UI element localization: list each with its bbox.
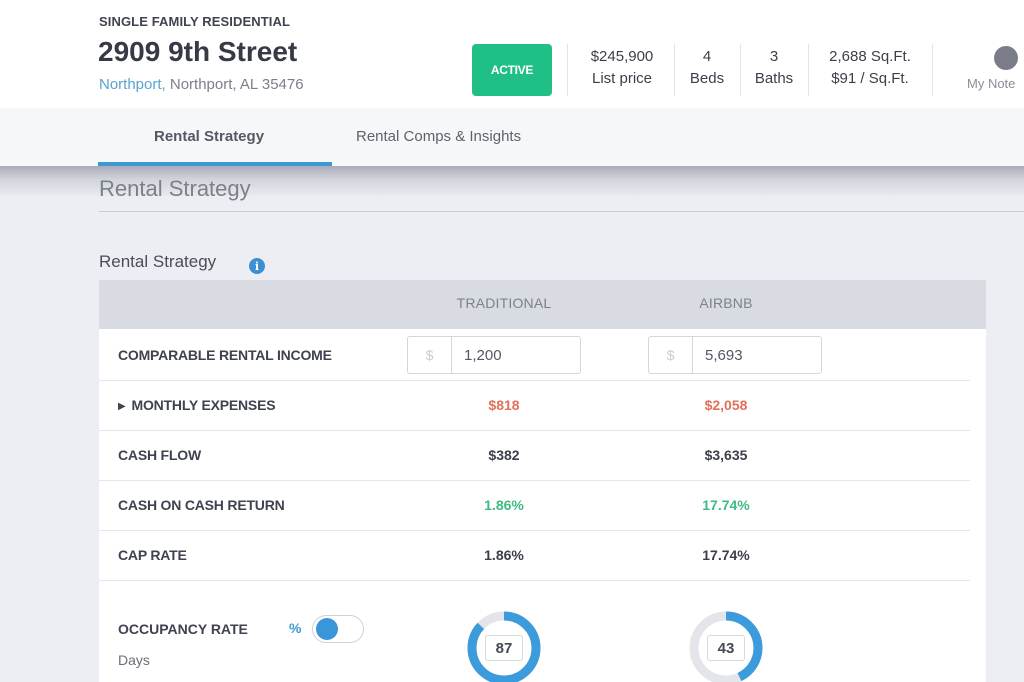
traditional-cash-flow: $382 bbox=[488, 447, 520, 463]
list-price-value: $245,900 bbox=[590, 48, 654, 65]
stat-sqft: 2,688 Sq.Ft. $91 / Sq.Ft. bbox=[816, 46, 924, 90]
traditional-income-field[interactable]: $ bbox=[407, 336, 581, 374]
coc-return-label: CASH ON CASH RETURN bbox=[118, 497, 285, 513]
beds-value: 4 bbox=[702, 48, 712, 65]
expenses-label-text: MONTHLY EXPENSES bbox=[131, 397, 276, 413]
airbnb-cash-flow: $3,635 bbox=[704, 447, 748, 463]
income-label: COMPARABLE RENTAL INCOME bbox=[118, 347, 332, 363]
address-text: Northport, AL 35476 bbox=[169, 76, 304, 93]
my-notes-button[interactable]: My Note bbox=[962, 46, 1024, 91]
currency-prefix: $ bbox=[408, 337, 452, 373]
section-title: Rental Strategy bbox=[99, 176, 251, 201]
occupancy-label: OCCUPANCY RATE bbox=[118, 621, 248, 637]
property-address: Northport, Northport, AL 35476 bbox=[99, 76, 304, 93]
expenses-label[interactable]: ▶ MONTHLY EXPENSES bbox=[118, 397, 276, 413]
airbnb-coc-return: 17.74% bbox=[702, 497, 750, 513]
baths-label: Baths bbox=[754, 70, 794, 87]
section-divider bbox=[99, 211, 1024, 212]
days-option[interactable]: Days bbox=[118, 652, 150, 668]
expand-caret-icon[interactable]: ▶ bbox=[118, 401, 126, 412]
divider bbox=[740, 44, 741, 96]
cap-rate-label: CAP RATE bbox=[118, 547, 187, 563]
status-badge: ACTIVE bbox=[472, 44, 552, 96]
neighborhood-link[interactable]: Northport, bbox=[99, 76, 166, 93]
baths-value: 3 bbox=[769, 48, 779, 65]
property-header: SINGLE FAMILY RESIDENTIAL 2909 9th Stree… bbox=[0, 0, 1024, 108]
toggle-knob[interactable] bbox=[316, 618, 338, 640]
list-price-label: List price bbox=[591, 70, 653, 87]
column-airbnb: AIRBNB bbox=[699, 295, 753, 311]
column-traditional: TRADITIONAL bbox=[456, 295, 552, 311]
notes-icon bbox=[994, 46, 1018, 70]
property-type: SINGLE FAMILY RESIDENTIAL bbox=[99, 14, 291, 29]
table-row-cap-rate: CAP RATE 1.86% 17.74% bbox=[99, 531, 970, 581]
table-row-expenses[interactable]: ▶ MONTHLY EXPENSES $818 $2,058 bbox=[99, 381, 970, 431]
strategy-title: Rental Strategy bbox=[99, 252, 217, 271]
property-title: 2909 9th Street bbox=[98, 36, 298, 67]
table-row-coc-return: CASH ON CASH RETURN 1.86% 17.74% bbox=[99, 481, 970, 531]
divider bbox=[674, 44, 675, 96]
traditional-expenses: $818 bbox=[488, 397, 520, 413]
currency-prefix: $ bbox=[649, 337, 693, 373]
price-per-sqft: $91 / Sq.Ft. bbox=[831, 70, 909, 87]
airbnb-cap-rate: 17.74% bbox=[702, 547, 750, 563]
airbnb-income-input[interactable] bbox=[693, 337, 821, 373]
divider bbox=[932, 44, 933, 96]
traditional-coc-return: 1.86% bbox=[484, 497, 524, 513]
tab-rental-strategy[interactable]: Rental Strategy bbox=[154, 128, 264, 145]
tab-bar: Rental Strategy Rental Comps & Insights bbox=[0, 108, 1024, 166]
airbnb-occupancy-value: 43 bbox=[707, 635, 745, 661]
traditional-cap-rate: 1.86% bbox=[484, 547, 524, 563]
percent-option[interactable]: % bbox=[289, 620, 301, 636]
tab-rental-comps[interactable]: Rental Comps & Insights bbox=[356, 128, 521, 145]
beds-label: Beds bbox=[689, 70, 725, 87]
stat-baths: 3 Baths bbox=[748, 46, 800, 90]
sqft-value: 2,688 Sq.Ft. bbox=[829, 48, 911, 65]
stat-list-price: $245,900 List price bbox=[580, 46, 664, 90]
cash-flow-label: CASH FLOW bbox=[118, 447, 201, 463]
rental-strategy-table: TRADITIONAL AIRBNB COMPARABLE RENTAL INC… bbox=[99, 280, 986, 682]
traditional-occupancy-value: 87 bbox=[485, 635, 523, 661]
stat-beds: 4 Beds bbox=[684, 46, 730, 90]
airbnb-expenses: $2,058 bbox=[704, 397, 748, 413]
info-icon[interactable]: i bbox=[249, 258, 265, 274]
page-background bbox=[986, 280, 1024, 682]
table-row-cash-flow: CASH FLOW $382 $3,635 bbox=[99, 431, 970, 481]
occupancy-unit-toggle[interactable] bbox=[312, 615, 364, 643]
traditional-income-input[interactable] bbox=[452, 337, 580, 373]
divider bbox=[808, 44, 809, 96]
table-row-income: COMPARABLE RENTAL INCOME $ $ bbox=[99, 329, 970, 381]
airbnb-income-field[interactable]: $ bbox=[648, 336, 822, 374]
divider bbox=[567, 44, 568, 96]
notes-label: My Note bbox=[967, 76, 1016, 91]
table-header: TRADITIONAL AIRBNB bbox=[99, 280, 986, 329]
